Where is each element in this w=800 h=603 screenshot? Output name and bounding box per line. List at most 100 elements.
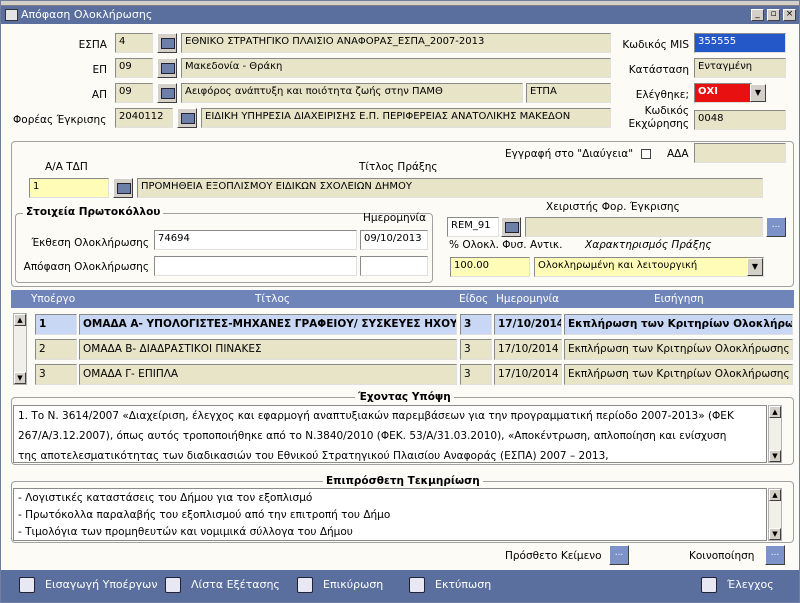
notification-button[interactable]: ... xyxy=(765,545,785,565)
mis-field[interactable]: 355555 xyxy=(694,33,786,53)
release-field[interactable]: 0048 xyxy=(694,110,786,130)
foreas-lov-icon[interactable] xyxy=(177,108,197,128)
handler-more-button[interactable]: ... xyxy=(766,217,786,237)
espa-code-field[interactable]: 4 xyxy=(115,33,153,53)
ap-fund-field[interactable]: ΕΤΠΑ xyxy=(526,83,611,103)
close-icon[interactable]: × xyxy=(783,9,796,21)
ada-label: ΑΔΑ xyxy=(667,148,689,160)
documentation-scroll-up-icon[interactable]: ▲ xyxy=(769,489,781,501)
considering-textarea[interactable]: 1. Το Ν. 3614/2007 «Διαχείριση, έλεγχος … xyxy=(13,405,767,463)
espa-lov-icon[interactable] xyxy=(157,33,177,53)
report-number-field[interactable]: 74694 xyxy=(154,230,357,250)
check-button[interactable]: Έλεγχος xyxy=(701,577,774,593)
print-button[interactable]: Εκτύπωση xyxy=(409,577,491,593)
handler-code-field[interactable]: REM_91 xyxy=(447,217,499,237)
decision-date-field[interactable] xyxy=(360,256,428,276)
documentation-textarea[interactable]: - Λογιστικές καταστάσεις του Δήμου για τ… xyxy=(13,488,767,541)
act-title-field[interactable]: ΠΡΟΜΗΘΕΙΑ ΕΞΟΠΛΙΣΜΟΥ ΕΙΔΙΚΩΝ ΣΧΟΛΕΙΩΝ ΔΗ… xyxy=(137,178,763,198)
status-field[interactable]: Ενταγμένη xyxy=(694,58,786,78)
documentation-scroll-down-icon[interactable]: ▼ xyxy=(769,528,781,540)
status-label: Κατάσταση xyxy=(628,64,689,76)
row-date[interactable]: 17/10/2014 xyxy=(494,314,562,335)
handler-label: Χειριστής Φορ. Έγκρισης xyxy=(546,201,680,213)
ep-name-field[interactable]: Μακεδονία - Θράκη xyxy=(181,58,611,78)
considering-scrollbar[interactable]: ▲ ▼ xyxy=(768,405,782,463)
documentation-line: - Τιμολόγια των προμηθευτών και νομιμικά… xyxy=(18,526,353,538)
row-aa[interactable]: 1 xyxy=(35,314,77,335)
ep-lov-icon[interactable] xyxy=(157,58,177,78)
grid-scroll-up-icon[interactable]: ▲ xyxy=(14,314,26,326)
validate-icon xyxy=(297,577,313,593)
grid-scroll-down-icon[interactable]: ▼ xyxy=(14,372,26,384)
col-kind: Είδος xyxy=(459,293,489,305)
row-title[interactable]: ΟΜΑΔΑ Γ- ΕΠΙΠΛΑ xyxy=(79,364,457,385)
diavgeia-checkbox[interactable] xyxy=(641,149,651,159)
checked-select[interactable]: ΟΧΙ xyxy=(694,83,752,103)
espa-label: ΕΣΠΑ xyxy=(78,39,107,51)
character-select[interactable]: Ολοκληρωμένη και λειτουργική xyxy=(534,257,764,277)
row-aa[interactable]: 3 xyxy=(35,364,77,385)
validation-button[interactable]: Επικύρωση xyxy=(297,577,383,593)
foreas-name-field[interactable]: ΕΙΔΙΚΗ ΥΠΗΡΕΣΙΑ ΔΙΑΧΕΙΡΙΣΗΣ Ε.Π. ΠΕΡΙΦΕΡ… xyxy=(201,108,611,128)
diavgeia-label: Εγγραφή στο "Διαύγεια" xyxy=(505,148,634,160)
ap-lov-icon[interactable] xyxy=(157,83,177,103)
row-kind[interactable]: 3 xyxy=(460,364,492,385)
exam-list-label: Λίστα Εξέτασης xyxy=(191,578,280,591)
row-date[interactable]: 17/10/2014 xyxy=(494,364,562,385)
row-date[interactable]: 17/10/2014 xyxy=(494,339,562,360)
decision-number-field[interactable] xyxy=(154,256,357,276)
character-dropdown-icon[interactable]: ▼ xyxy=(747,258,763,276)
considering-scroll-up-icon[interactable]: ▲ xyxy=(769,406,781,418)
notification-label: Κοινοποίηση xyxy=(689,550,755,562)
completion-field[interactable]: 100.00 xyxy=(450,257,530,277)
row-title[interactable]: ΟΜΑΔΑ Β- ΔΙΑΔΡΑΣΤΙΚΟΙ ΠΙΝΑΚΕΣ xyxy=(79,339,457,360)
act-lov-icon[interactable] xyxy=(113,178,133,198)
documentation-line: - Πρωτόκολλα παραλαβής του εξοπλισμού απ… xyxy=(18,509,391,521)
row-kind[interactable]: 3 xyxy=(460,339,492,360)
ada-field[interactable] xyxy=(694,143,786,163)
row-aa[interactable]: 2 xyxy=(35,339,77,360)
title-bar: Απόφαση Ολοκλήρωσης _ ▫ × xyxy=(1,6,799,24)
protocol-date-label: Ημερομηνία xyxy=(363,212,427,224)
ep-code-field[interactable]: 09 xyxy=(115,58,153,78)
ap-name-field[interactable]: Αειφόρος ανάπτυξη και ποιότητα ζωής στην… xyxy=(181,83,523,103)
documentation-scrollbar[interactable]: ▲ ▼ xyxy=(768,488,782,541)
row-kind[interactable]: 3 xyxy=(460,314,492,335)
row-title[interactable]: ΟΜΑΔΑ Α- ΥΠΟΛΟΓΙΣΤΕΣ-ΜΗΧΑΝΕΣ ΓΡΑΦΕΙΟΥ/ Σ… xyxy=(79,314,457,335)
col-sub: Υποέργο xyxy=(31,293,76,305)
report-date-field[interactable]: 09/10/2013 xyxy=(360,230,428,250)
additional-text-button[interactable]: ... xyxy=(609,545,629,565)
insert-subprojects-button[interactable]: Εισαγωγή Υποέργων xyxy=(19,577,157,593)
mis-label: Κωδικός MIS xyxy=(622,39,689,51)
row-proposal[interactable]: Εκπλήρωση των Κριτηρίων Ολοκλήρωσης xyxy=(564,339,793,360)
foreas-code-field[interactable]: 2040112 xyxy=(115,108,173,128)
minimize-icon[interactable]: _ xyxy=(751,9,764,21)
ap-code-field[interactable]: 09 xyxy=(115,83,153,103)
espa-name-field[interactable]: ΕΘΝΙΚΟ ΣΤΡΑΤΗΓΙΚΟ ΠΛΑΙΣΙΟ ΑΝΑΦΟΡΑΣ_ΕΣΠΑ_… xyxy=(181,33,611,53)
aa-tdp-field[interactable]: 1 xyxy=(29,178,109,198)
checked-label: Ελέγθηκε; xyxy=(635,89,689,101)
aa-tdp-label: Α/Α ΤΔΠ xyxy=(45,161,88,173)
restore-icon[interactable]: ▫ xyxy=(767,9,780,21)
subprojects-grid-header: Υποέργο Τίτλος Είδος Ημερομηνία Εισήγηση xyxy=(11,290,794,308)
checked-dropdown-icon[interactable]: ▼ xyxy=(750,84,766,102)
handler-name-field[interactable] xyxy=(525,217,763,237)
checkmark-icon xyxy=(701,577,717,593)
handler-lov-icon[interactable] xyxy=(501,217,521,237)
considering-line: της αποτελεσματικότητας των διαδικασιών … xyxy=(18,450,609,462)
foreas-label: Φορέας Έγκρισης xyxy=(13,114,107,126)
protocol-frame-title: Στοιχεία Πρωτοκόλλου xyxy=(23,206,164,218)
col-proposal: Εισήγηση xyxy=(654,293,704,305)
main-window: Απόφαση Ολοκλήρωσης _ ▫ × ΕΣΠΑ 4 ΕΘΝΙΚΟ … xyxy=(0,0,800,603)
report-label: Έκθεση Ολοκλήρωσης xyxy=(31,237,149,249)
character-label: Χαρακτηρισμός Πράξης xyxy=(585,239,712,251)
considering-scroll-down-icon[interactable]: ▼ xyxy=(769,450,781,462)
considering-title: Έχοντας Υπόψη xyxy=(355,391,454,403)
form-icon xyxy=(5,9,18,21)
exam-list-button[interactable]: Λίστα Εξέτασης xyxy=(165,577,280,593)
row-proposal[interactable]: Εκπλήρωση των Κριτηρίων Ολοκλήρωσ xyxy=(564,314,793,335)
decision-label: Απόφαση Ολοκλήρωσης xyxy=(23,261,149,273)
grid-scrollbar[interactable]: ▲ ▼ xyxy=(13,313,27,385)
row-proposal[interactable]: Εκπλήρωση των Κριτηρίων Ολοκλήρωσης xyxy=(564,364,793,385)
ep-label: ΕΠ xyxy=(92,64,107,76)
